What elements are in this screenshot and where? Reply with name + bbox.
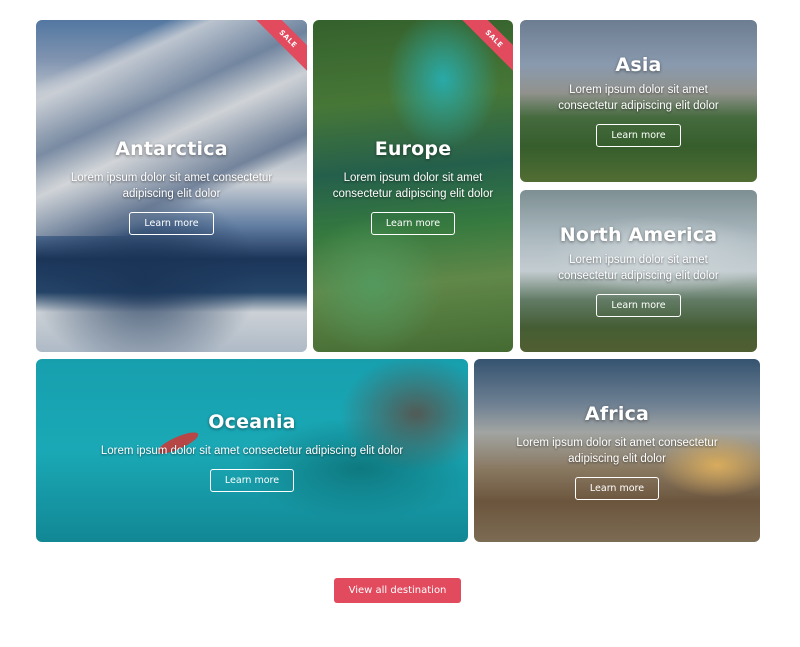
destination-card-asia[interactable]: Asia Lorem ipsum dolor sit amet consecte… [520,20,757,182]
card-title: Asia [615,54,662,76]
card-title: Africa [584,403,650,425]
card-description: Lorem ipsum dolor sit amet consectetur a… [558,84,719,112]
card-description: Lorem ipsum dolor sit amet consectetur a… [100,445,404,457]
card-description: Lorem ipsum dolor sit amet consectetur a… [558,254,719,282]
learn-more-button[interactable]: Learn more [596,124,681,147]
learn-more-button[interactable]: Learn more [596,294,681,317]
learn-more-button[interactable]: Learn more [129,212,214,235]
card-title: North America [559,224,718,246]
destination-card-europe[interactable]: SALE Europe Lorem ipsum dolor sit amet c… [313,20,513,352]
card-description: Lorem ipsum dolor sit amet consectetur a… [516,437,718,465]
card-title: Antarctica [115,138,228,160]
card-title: Europe [374,138,452,160]
destination-card-north-america[interactable]: North America Lorem ipsum dolor sit amet… [520,190,757,352]
card-description: Lorem ipsum dolor sit amet consectetur a… [332,172,494,200]
card-description: Lorem ipsum dolor sit amet consectetur a… [70,172,273,200]
card-title: Oceania [208,411,296,433]
destination-card-oceania[interactable]: Oceania Lorem ipsum dolor sit amet conse… [36,359,468,542]
learn-more-button[interactable]: Learn more [209,469,295,492]
learn-more-button[interactable]: Learn more [370,212,456,235]
destination-card-africa[interactable]: Africa Lorem ipsum dolor sit amet consec… [474,359,760,542]
view-all-destinations-button[interactable]: View all destination [334,578,461,603]
learn-more-button[interactable]: Learn more [574,477,660,500]
destination-card-antarctica[interactable]: SALE Antarctica Lorem ipsum dolor sit am… [36,20,307,352]
